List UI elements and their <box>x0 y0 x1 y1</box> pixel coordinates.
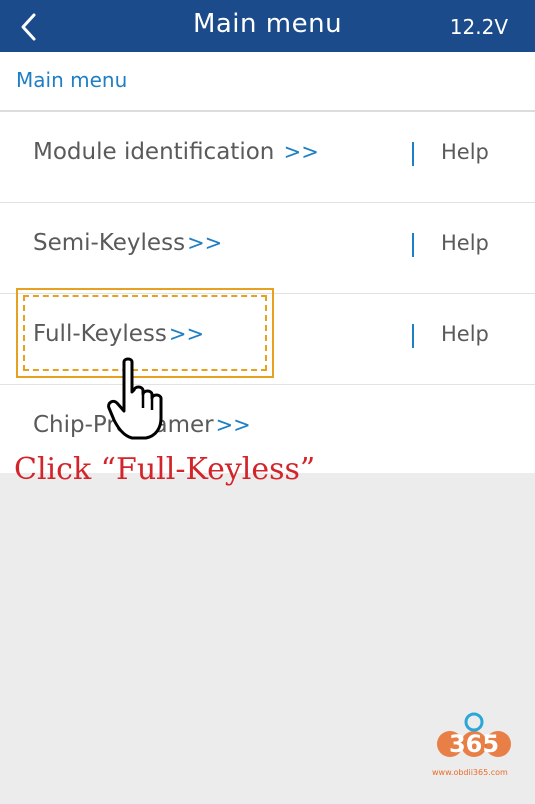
title-bar: Main menu 12.2V <box>0 0 535 52</box>
separator <box>412 324 414 348</box>
menu-item-label: Module identification >> <box>33 139 319 165</box>
help-link[interactable]: Help <box>441 140 489 164</box>
chevron-double-right-icon: >> <box>283 140 319 164</box>
app-screen: Main menu 12.2V Main menu Module identif… <box>0 0 535 804</box>
separator <box>412 233 414 257</box>
watermark-url: www.obdii365.com <box>432 768 508 777</box>
help-link[interactable]: Help <box>441 231 489 255</box>
separator <box>412 142 414 166</box>
menu-item-module-identification[interactable]: Module identification >> Help <box>0 112 535 203</box>
menu-item-text: Module identification <box>33 139 282 165</box>
menu-item-semi-keyless[interactable]: Semi-Keyless>> Help <box>0 203 535 294</box>
watermark-logo-text: 365 <box>449 730 499 758</box>
battery-voltage-readout: 12.2V <box>449 15 508 39</box>
pointing-hand-icon <box>107 357 163 440</box>
breadcrumb-item-main-menu[interactable]: Main menu <box>16 68 127 92</box>
breadcrumb: Main menu <box>0 52 535 112</box>
help-link[interactable]: Help <box>441 322 489 346</box>
chevron-double-right-icon: >> <box>187 231 223 255</box>
menu-item-label: Semi-Keyless>> <box>33 230 222 256</box>
menu-item-text: Semi-Keyless <box>33 230 186 256</box>
instruction-caption: Click “Full-Keyless” <box>14 452 316 487</box>
chevron-double-right-icon: >> <box>215 413 251 437</box>
